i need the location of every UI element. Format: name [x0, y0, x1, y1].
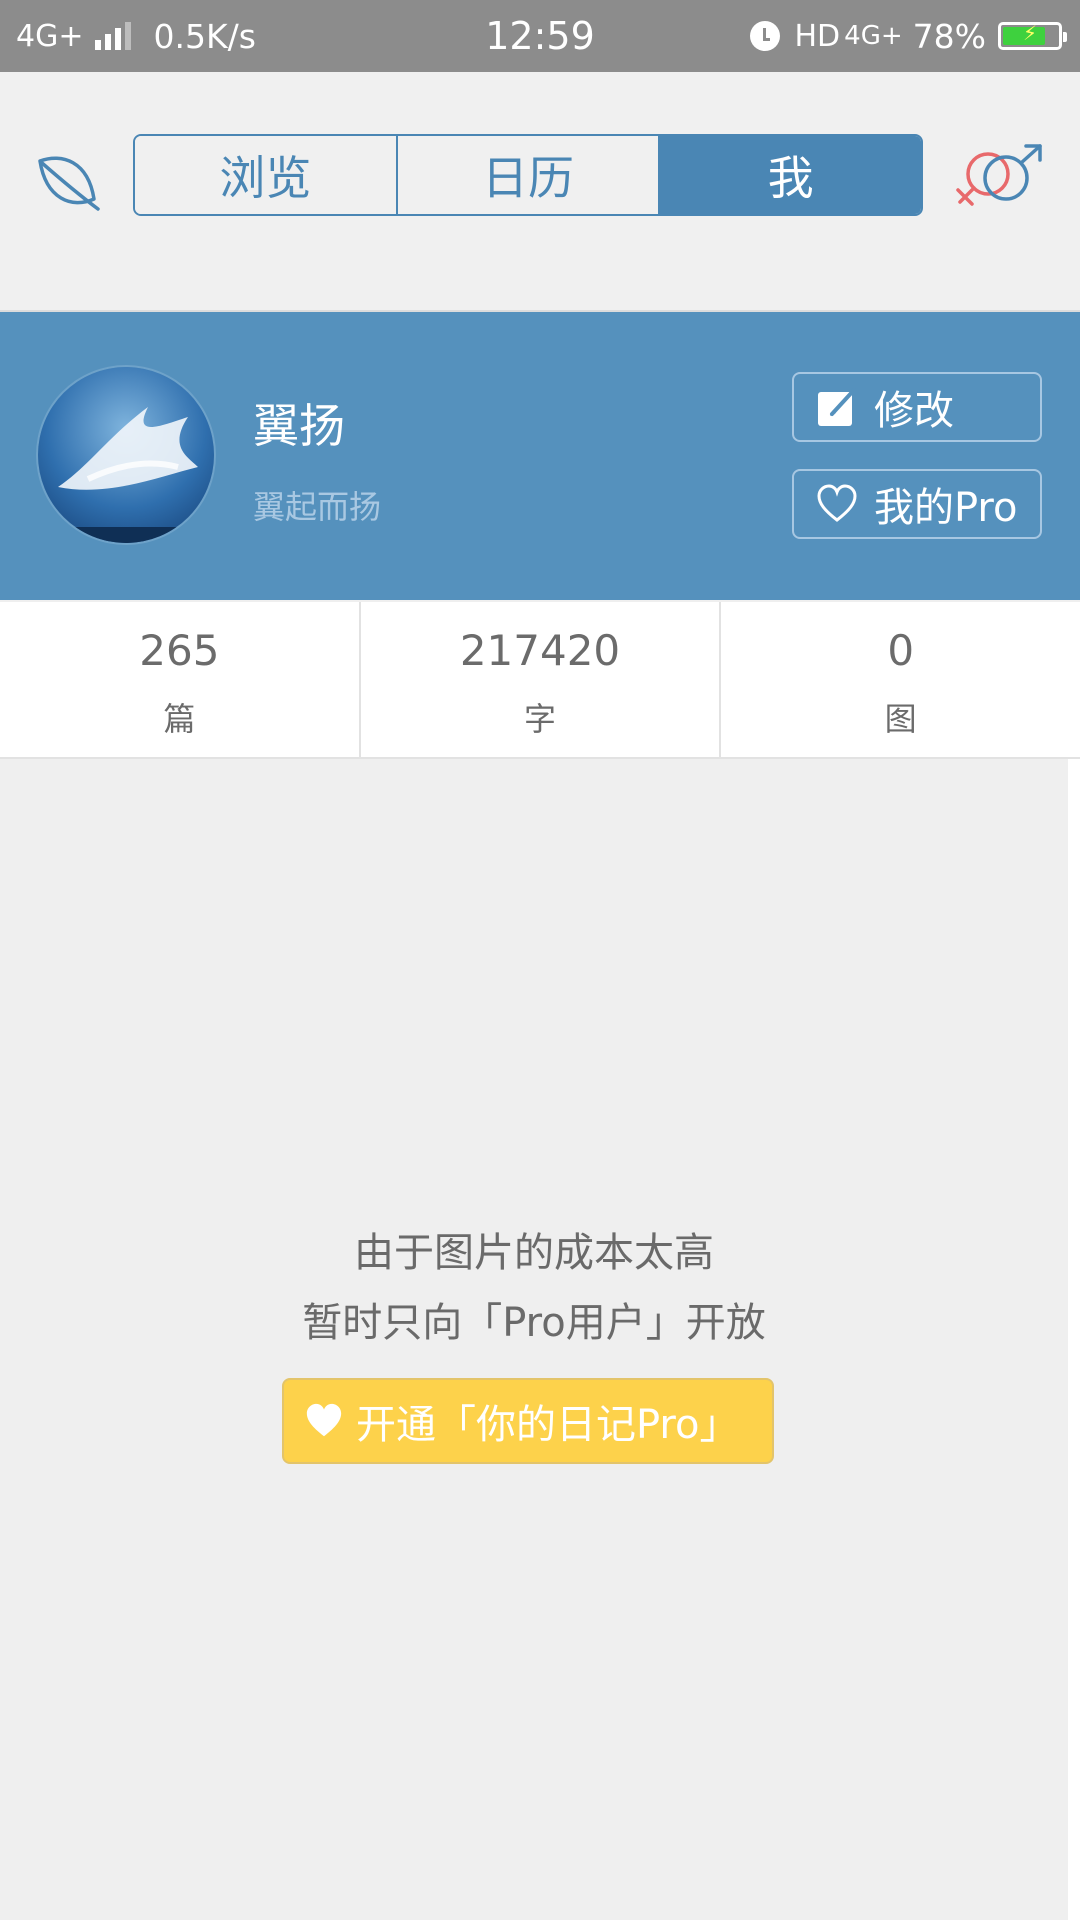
status-right: HD 4G+ 78% ⚡ — [750, 0, 1067, 72]
stat-words-value: 217420 — [459, 626, 621, 675]
battery-tip — [1063, 32, 1067, 42]
my-pro-button-label: 我的Pro — [874, 485, 1018, 531]
tab-browse[interactable]: 浏览 — [135, 136, 396, 214]
stat-words[interactable]: 217420 字 — [358, 602, 720, 757]
tab-me-label: 我 — [767, 151, 814, 205]
tab-browse-label: 浏览 — [219, 151, 312, 205]
view-tabs: 浏览 日历 我 — [133, 134, 923, 216]
activate-pro-label: 开通「你的日记Pro」 — [356, 1402, 740, 1448]
stat-posts[interactable]: 265 篇 — [0, 602, 359, 757]
status-bar: 4G+ 0.5K/s 12:59 HD 4G+ 78% ⚡ — [0, 0, 1080, 72]
gender-icon[interactable] — [950, 144, 1050, 214]
stat-images-value: 0 — [887, 626, 915, 675]
hd-label: HD — [794, 18, 841, 54]
tab-calendar-label: 日历 — [482, 151, 574, 205]
notice-line-2: 暂时只向「Pro用户」开放 — [302, 1300, 766, 1346]
stat-images[interactable]: 0 图 — [719, 602, 1080, 757]
scroll-gutter — [1068, 759, 1080, 1920]
stat-images-unit: 图 — [884, 700, 917, 738]
edit-icon — [816, 386, 858, 428]
network-type-right: 4G+ — [844, 21, 903, 51]
heart-icon — [304, 1401, 344, 1441]
user-name: 翼扬 — [253, 399, 345, 453]
stat-posts-unit: 篇 — [163, 700, 196, 738]
stats-bar: 265 篇 217420 字 0 图 — [0, 602, 1080, 759]
stat-posts-value: 265 — [139, 626, 220, 675]
header: 浏览 日历 我 — [0, 72, 1080, 312]
battery-icon: ⚡ — [998, 21, 1067, 50]
notice-line-1: 由于图片的成本太高 — [354, 1230, 714, 1276]
stat-words-unit: 字 — [524, 700, 557, 738]
edit-button-label: 修改 — [874, 388, 954, 434]
charging-bolt-icon: ⚡ — [1022, 21, 1038, 45]
activate-pro-button[interactable]: 开通「你的日记Pro」 — [282, 1378, 774, 1464]
edit-profile-button[interactable]: 修改 — [792, 372, 1042, 442]
profile-card: 翼扬 翼起而扬 修改 我的Pro — [0, 312, 1080, 600]
alarm-icon — [750, 21, 781, 51]
tab-calendar[interactable]: 日历 — [395, 136, 659, 214]
battery-percent: 78% — [912, 16, 986, 56]
heart-outline-icon — [816, 483, 858, 525]
my-pro-button[interactable]: 我的Pro — [792, 469, 1042, 539]
tab-me[interactable]: 我 — [658, 136, 921, 214]
user-motto: 翼起而扬 — [253, 488, 382, 526]
avatar[interactable] — [38, 367, 214, 543]
leaf-icon[interactable] — [32, 147, 102, 217]
